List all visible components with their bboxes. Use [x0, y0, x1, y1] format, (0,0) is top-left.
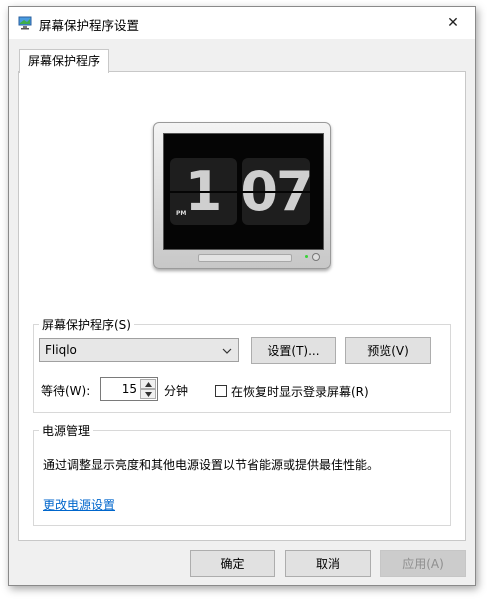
tab-screensaver[interactable]: 屏幕保护程序 — [19, 49, 110, 73]
stepper-down-button[interactable] — [140, 389, 156, 399]
wait-minutes-stepper[interactable]: 15 — [100, 377, 158, 401]
power-button-icon — [312, 253, 320, 261]
apply-button[interactable]: 应用(A) — [380, 550, 466, 577]
clock-hour-card: 1 PM — [170, 158, 237, 225]
clock-minutes: 07 — [242, 160, 310, 223]
caret-down-icon — [144, 391, 152, 397]
caret-up-icon — [144, 381, 152, 387]
title-bar[interactable]: 屏幕保护程序设置 ✕ — [9, 7, 475, 39]
preview-screen: 1 PM 07 — [163, 133, 324, 250]
display-settings-icon — [18, 16, 32, 30]
power-led-icon — [305, 255, 308, 258]
tab-panel: 1 PM 07 屏幕保护程序(S) Fliqlo 设置(T)... 预览(V) … — [18, 71, 466, 541]
resume-logon-label[interactable]: 在恢复时显示登录屏幕(R) — [231, 383, 369, 400]
settings-button[interactable]: 设置(T)... — [251, 337, 336, 364]
minutes-unit-label: 分钟 — [164, 384, 189, 398]
screensaver-preview-monitor: 1 PM 07 — [153, 122, 331, 269]
power-group-label: 电源管理 — [42, 424, 91, 438]
clock-ampm: PM — [176, 210, 187, 217]
close-button[interactable]: ✕ — [431, 7, 475, 39]
stepper-up-button[interactable] — [140, 379, 156, 389]
close-icon: ✕ — [447, 15, 459, 31]
clock-minutes-card: 07 — [242, 158, 310, 225]
wait-label: 等待(W): — [41, 384, 91, 398]
screensaver-select[interactable]: Fliqlo — [39, 338, 239, 362]
cancel-button[interactable]: 取消 — [285, 550, 371, 577]
power-description: 通过调整显示亮度和其他电源设置以节省能源或提供最佳性能。 — [43, 458, 380, 472]
monitor-bezel-slot — [198, 254, 292, 262]
clock-hour: 1 — [184, 160, 223, 223]
screensaver-select-value: Fliqlo — [45, 343, 77, 357]
preview-button[interactable]: 预览(V) — [345, 337, 431, 364]
change-power-settings-link[interactable]: 更改电源设置 — [43, 496, 115, 513]
screensaver-settings-dialog: 屏幕保护程序设置 ✕ 屏幕保护程序 1 PM 07 屏幕保护程序(S) Fliq… — [8, 6, 476, 586]
chevron-down-icon — [222, 345, 232, 359]
wait-minutes-value: 15 — [121, 382, 137, 396]
window-title: 屏幕保护程序设置 — [39, 18, 140, 33]
screensaver-group-label: 屏幕保护程序(S) — [42, 318, 131, 332]
resume-logon-checkbox[interactable] — [215, 385, 227, 397]
ok-button[interactable]: 确定 — [190, 550, 275, 577]
